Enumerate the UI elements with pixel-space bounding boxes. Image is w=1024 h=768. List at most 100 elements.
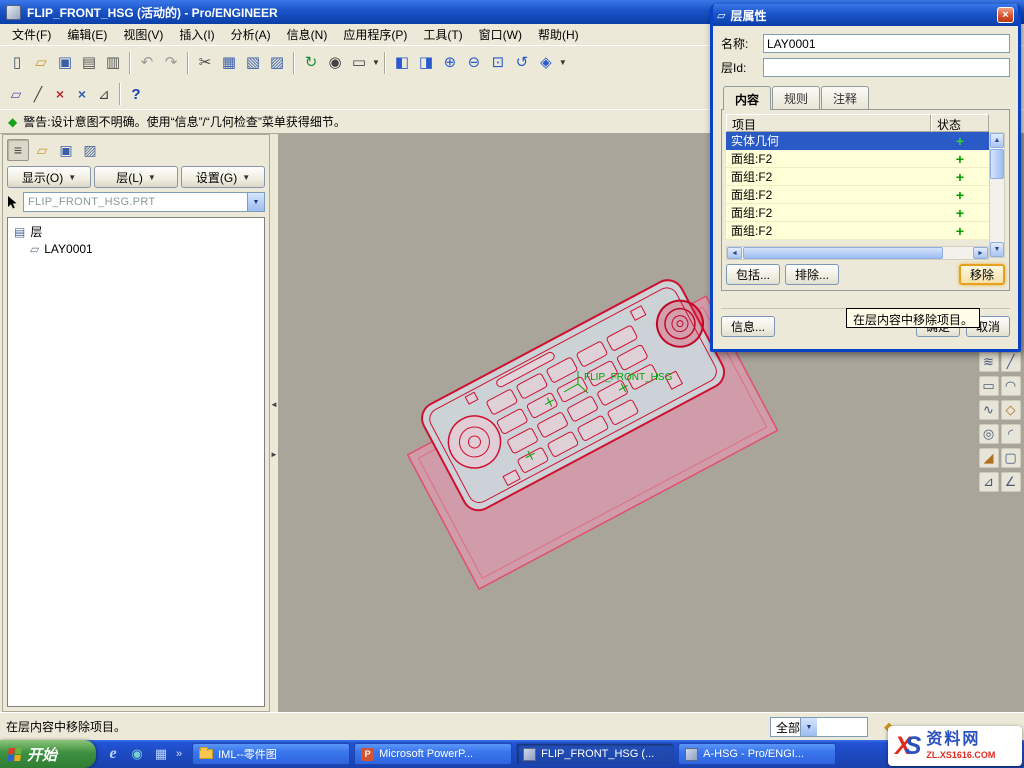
datum-point-tag-icon[interactable]: × [71,83,93,105]
chamfer-tool-icon[interactable]: ◢ [979,448,999,468]
taskbar-task-proe-2[interactable]: A-HSG - Pro/ENGI... [678,743,836,765]
blend-tool-icon[interactable]: ◇ [1001,400,1021,420]
datum-point-icon[interactable]: × [49,83,71,105]
taskbar-task-proe-active[interactable]: FLIP_FRONT_HSG (... [516,743,674,765]
shell-tool-icon[interactable]: ▢ [1001,448,1021,468]
show-desktop-icon[interactable]: ▦ [152,745,170,763]
print-preview-icon[interactable]: ▥ [101,51,125,75]
extrude-tool-icon[interactable]: ▭ [979,376,999,396]
hole-tool-icon[interactable]: ◎ [979,424,999,444]
datum-plane-icon[interactable]: ▱ [5,83,27,105]
sketch-tool-icon[interactable]: ╱ [1001,352,1021,372]
scroll-down-icon[interactable]: ▼ [990,242,1004,257]
new-file-icon[interactable]: ▯ [5,51,29,75]
edit-layers-icon[interactable]: ▨ [79,139,101,161]
datum-csys-icon[interactable]: ⊿ [93,83,115,105]
menu-file[interactable]: 文件(F) [4,24,59,45]
vertical-scrollbar[interactable]: ▲ ▼ [989,132,1005,258]
show-layer-tree-icon[interactable]: ≡ [7,139,29,161]
reorient-view-icon[interactable]: ◈ [534,51,558,75]
menu-insert[interactable]: 插入(I) [171,24,222,45]
undo-icon[interactable]: ↶ [135,51,159,75]
search-icon[interactable]: ◉ [323,51,347,75]
layer-dropdown-button[interactable]: 层(L)▼ [94,166,178,188]
paste-special-icon[interactable]: ▨ [265,51,289,75]
taskbar-task-folder[interactable]: IML--零件图 [192,743,350,765]
info-button[interactable]: 信息... [721,316,775,337]
cut-icon[interactable]: ✂ [193,51,217,75]
start-button[interactable]: 开始 [0,740,96,768]
scroll-up-icon[interactable]: ▲ [990,133,1004,148]
paste-icon[interactable]: ▧ [241,51,265,75]
display-style-icon[interactable]: ◨ [414,51,438,75]
table-row[interactable]: 面组:F2 + [726,168,989,186]
table-row[interactable]: 面组:F2 + [726,222,989,240]
copy-icon[interactable]: ▦ [217,51,241,75]
round-tool-icon[interactable]: ◜ [1001,424,1021,444]
table-row[interactable]: 面组:F2 + [726,186,989,204]
context-help-icon[interactable]: ? [125,83,147,105]
layer-name-field[interactable] [763,34,1010,53]
layer-tree-item[interactable]: ▱ LAY0001 [26,241,262,257]
zoom-fit-icon[interactable]: ⊡ [486,51,510,75]
layer-tree-root[interactable]: ▤ 层 [10,222,262,241]
scrollbar-thumb[interactable] [990,149,1004,179]
active-model-select[interactable]: FLIP_FRONT_HSG.PRT ▼ [23,192,265,212]
open-file-icon[interactable]: ▱ [29,51,53,75]
close-icon[interactable]: × [997,7,1014,23]
selection-filter-icon[interactable]: ▭ [347,51,371,75]
panel-splitter[interactable]: ◄ ► [270,134,278,712]
settings-dropdown-button[interactable]: 设置(G)▼ [181,166,265,188]
scroll-right-icon[interactable]: ► [973,247,988,259]
include-button[interactable]: 包括... [726,264,780,285]
menu-help[interactable]: 帮助(H) [530,24,587,45]
print-icon[interactable]: ▤ [77,51,101,75]
media-player-icon[interactable]: ◉ [128,745,146,763]
tab-rules[interactable]: 规则 [772,86,820,110]
content-buttons: 包括... 排除... 移除 [726,263,1005,286]
window-activate-icon[interactable]: ◧ [390,51,414,75]
menu-edit[interactable]: 编辑(E) [59,24,115,45]
menu-view[interactable]: 视图(V) [115,24,171,45]
menu-tools[interactable]: 工具(T) [415,24,470,45]
zoom-out-icon[interactable]: ⊖ [462,51,486,75]
regenerate-icon[interactable]: ↻ [299,51,323,75]
collapse-panel-icon[interactable]: ◄ [270,396,278,412]
expand-panel-icon[interactable]: ► [270,446,278,462]
new-layer-icon[interactable]: ▣ [55,139,77,161]
remove-button[interactable]: 移除 [959,264,1005,285]
sweep-tool-icon[interactable]: ∿ [979,400,999,420]
saved-views-caret-icon[interactable]: ▼ [559,58,567,67]
internet-explorer-icon[interactable]: e [104,745,122,763]
save-icon[interactable]: ▣ [53,51,77,75]
taskbar-task-powerpoint[interactable]: P Microsoft PowerP... [354,743,512,765]
table-row[interactable]: 实体几何 + [726,132,989,150]
horizontal-scrollbar[interactable]: ◄ ► [726,246,989,260]
rib-tool-icon[interactable]: ⊿ [979,472,999,492]
scrollbar-thumb[interactable] [743,247,943,259]
tab-notes[interactable]: 注释 [821,86,869,110]
menu-window[interactable]: 窗口(W) [471,24,530,45]
table-row[interactable]: 面组:F2 + [726,204,989,222]
repaint-icon[interactable]: ↺ [510,51,534,75]
layer-folder-icon[interactable]: ▱ [31,139,53,161]
redo-icon[interactable]: ↷ [159,51,183,75]
menu-analysis[interactable]: 分析(A) [223,24,279,45]
layer-id-field[interactable] [763,58,1010,77]
revolve-tool-icon[interactable]: ◠ [1001,376,1021,396]
menu-info[interactable]: 信息(N) [279,24,336,45]
draft-tool-icon[interactable]: ∠ [1001,472,1021,492]
style-tool-icon[interactable]: ≋ [979,352,999,372]
table-row[interactable]: 面组:F2 + [726,150,989,168]
dialog-titlebar[interactable]: ▱ 层属性 × [713,4,1018,26]
datum-axis-icon[interactable]: ╱ [27,83,49,105]
exclude-button[interactable]: 排除... [785,264,839,285]
display-filter-select[interactable]: 全部 ▼ [770,717,868,737]
tab-contents[interactable]: 内容 [723,86,771,110]
menu-applications[interactable]: 应用程序(P) [335,24,415,45]
selection-filter-caret-icon[interactable]: ▼ [372,58,380,67]
quick-launch-overflow-icon[interactable]: » [176,748,182,760]
zoom-in-icon[interactable]: ⊕ [438,51,462,75]
scroll-left-icon[interactable]: ◄ [727,247,742,259]
show-dropdown-button[interactable]: 显示(O)▼ [7,166,91,188]
